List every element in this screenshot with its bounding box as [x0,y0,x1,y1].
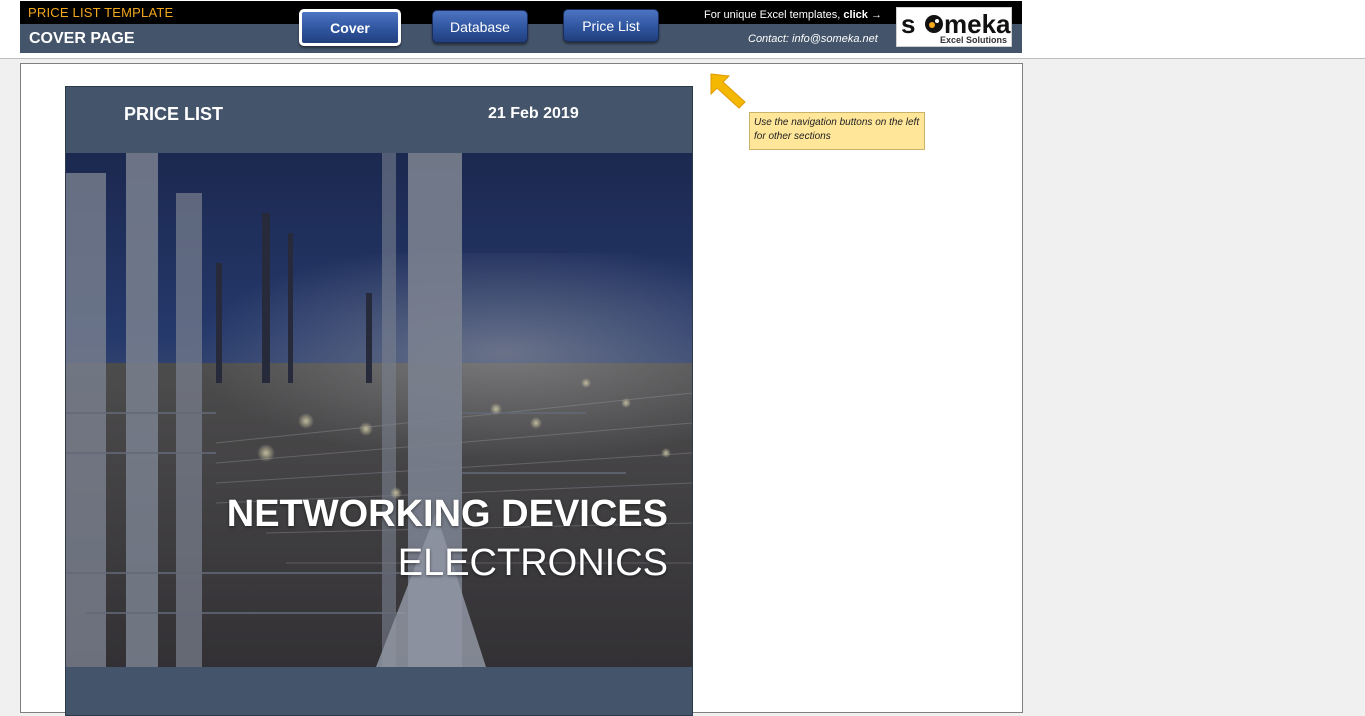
arrow-up-left-icon [710,73,746,109]
price-list-button[interactable]: Price List [563,9,659,42]
page-title: COVER PAGE [29,30,135,47]
header-banner: PRICE LIST TEMPLATE COVER PAGE Cover Dat… [20,1,1022,53]
cover-footer-band [66,667,692,715]
logo-tagline: Excel Solutions [939,35,1007,45]
cover-subheadline: ELECTRONICS [397,542,668,584]
left-gutter [0,59,20,700]
promo-arrow-icon: → [870,9,882,21]
cover-date: 21 Feb 2019 [488,105,579,122]
cover-header: PRICE LIST 21 Feb 2019 [66,87,692,153]
industrial-plant-image [66,153,692,667]
promo-text: For unique Excel templates, click → [704,9,882,21]
navigation-hint-note: Use the navigation buttons on the left f… [749,112,925,150]
svg-text:s: s [901,9,915,39]
database-button[interactable]: Database [432,10,528,43]
cover-label: PRICE LIST [124,104,224,124]
promo-label: For unique Excel templates, [704,9,841,21]
strip-divider [0,58,1365,59]
app-title: PRICE LIST TEMPLATE [28,5,174,20]
contact-email[interactable]: Contact: info@someka.net [748,33,878,45]
cover-button[interactable]: Cover [299,9,401,46]
promo-click-link[interactable]: click [843,9,867,21]
cover-card: PRICE LIST 21 Feb 2019 NETWORKING DEVICE… [65,86,693,716]
cover-headline: NETWORKING DEVICES [226,493,668,535]
someka-logo[interactable]: someka s meka Excel Solutions [896,7,1012,47]
